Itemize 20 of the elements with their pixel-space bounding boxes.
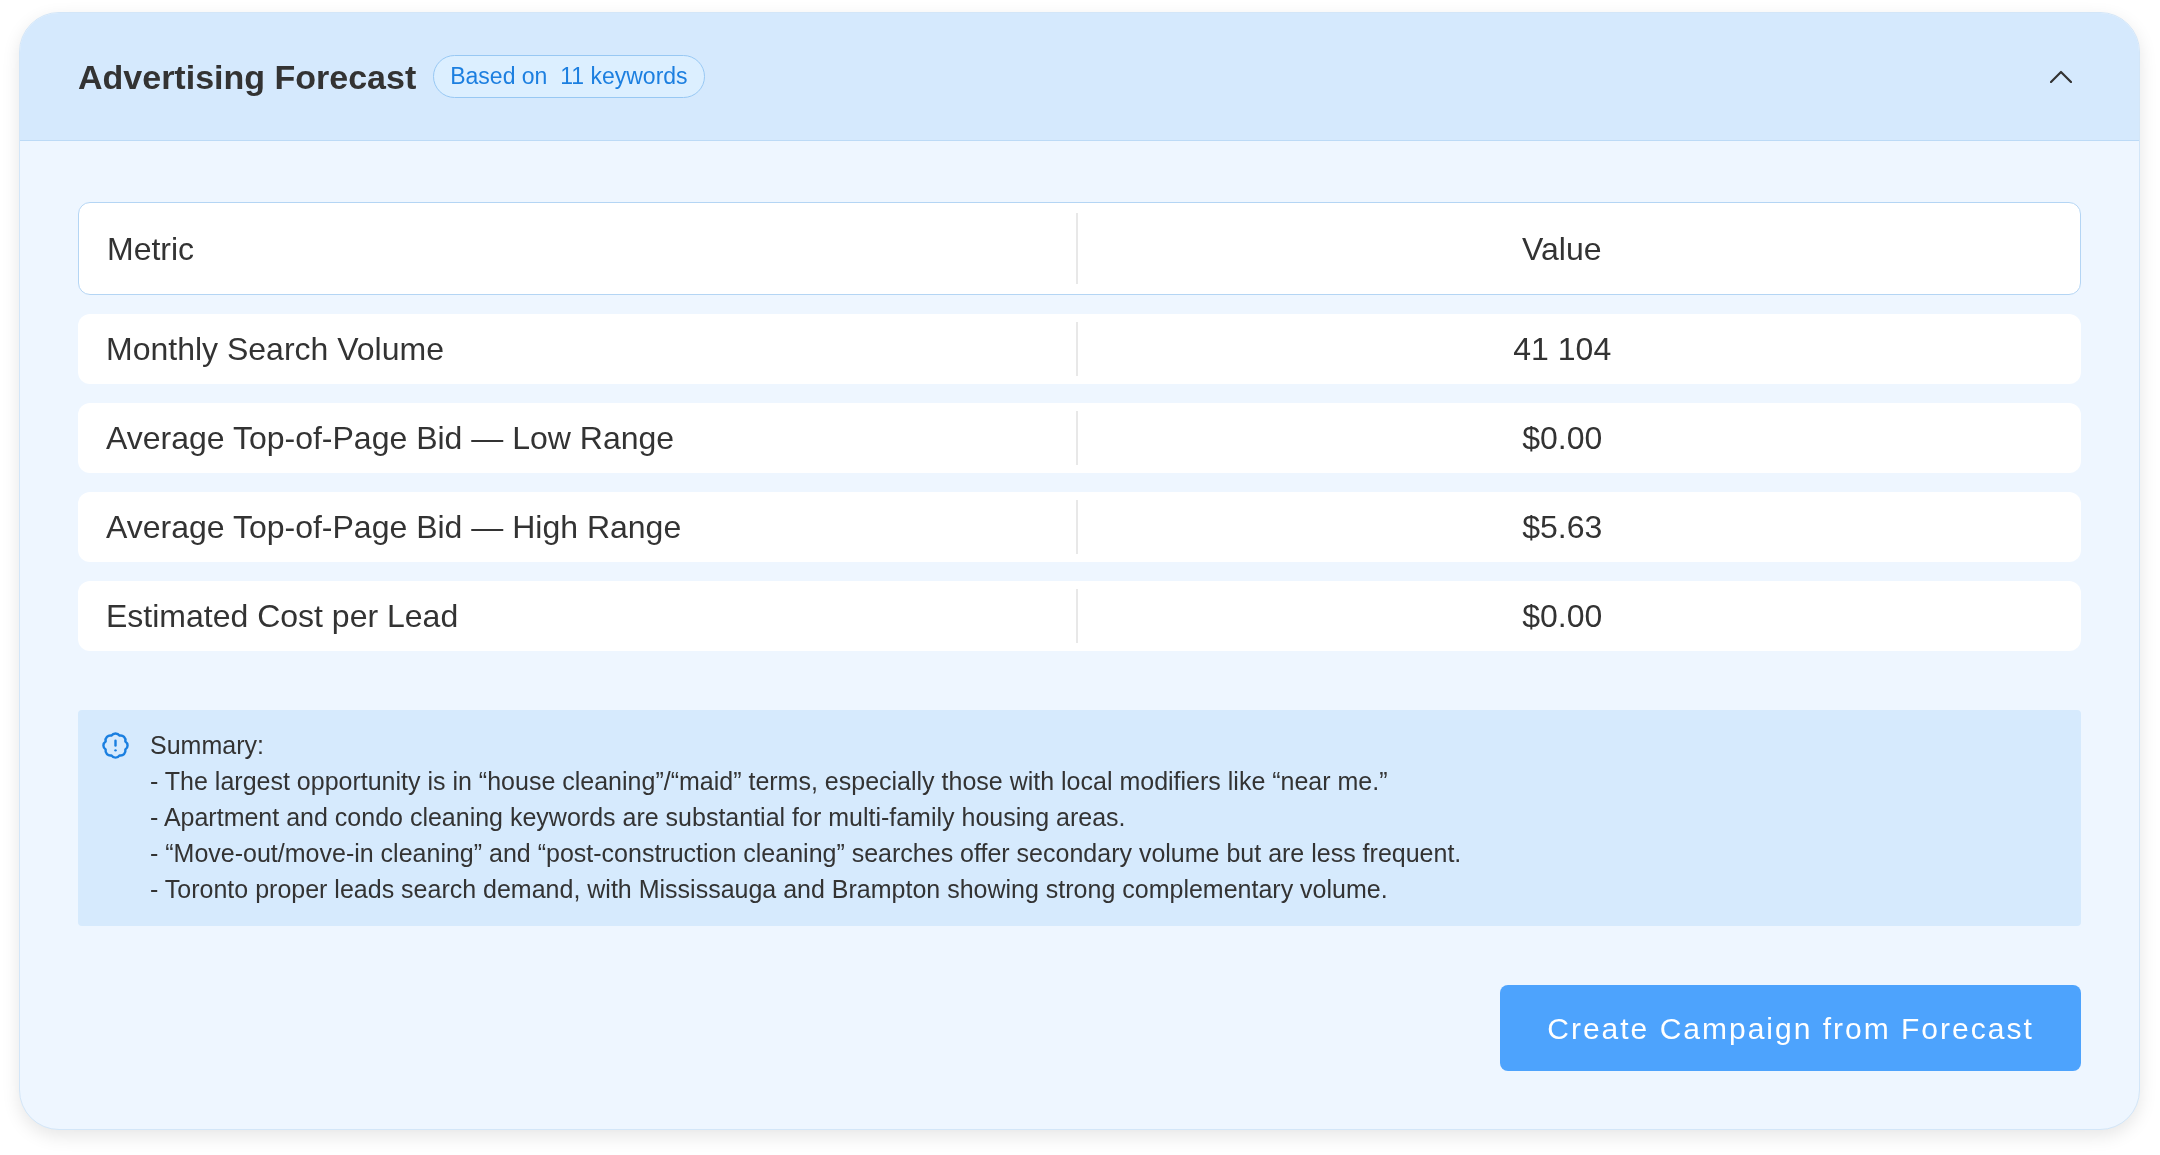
summary-line: - The largest opportunity is in “house cleaning”/“maid” terms, especially those with local modifiers like “near me.” [150, 766, 1389, 797]
metric-name: Monthly Search Volume [106, 333, 444, 365]
metric-value: $0.00 [1522, 422, 1603, 454]
metric-value: $5.63 [1522, 511, 1603, 543]
summary-line: - “Move-out/move-in cleaning” and “post-construction cleaning” searches offer secondary volume but are less frequent. [150, 838, 1462, 869]
create-campaign-button[interactable]: Create Campaign from Forecast [1500, 985, 2081, 1071]
column-header: Value [1522, 232, 1602, 265]
metric-name: Average Top-of-Page Bid — High Range [106, 511, 682, 543]
metric-name: Average Top-of-Page Bid — Low Range [106, 422, 675, 454]
card-title: Advertising Forecast [78, 59, 417, 94]
metric-value: 41 104 [1513, 333, 1612, 365]
alert-badge-icon [101, 731, 130, 760]
chevron-up-icon[interactable] [2050, 70, 2072, 83]
summary-line: - Toronto proper leads search demand, with Mississauga and Brampton showing strong complementary volume. [150, 874, 1389, 905]
keyword-count-badge: Based on 11 keywords [433, 55, 705, 98]
metric-value: $0.00 [1522, 600, 1603, 632]
column-header: Metric [107, 232, 195, 265]
summary-line: - Apartment and condo cleaning keywords are substantial for multi-family housing areas. [150, 802, 1127, 833]
summary-heading: Summary: [150, 730, 265, 761]
metric-name: Estimated Cost per Lead [106, 600, 459, 632]
